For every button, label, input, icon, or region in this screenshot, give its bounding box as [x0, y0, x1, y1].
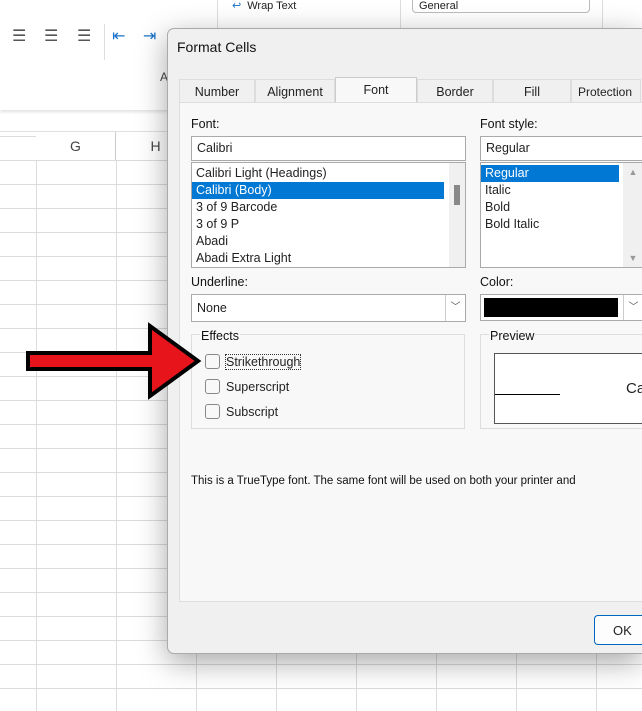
tab-border[interactable]: Border — [417, 79, 493, 104]
scroll-down-icon[interactable]: ▼ — [623, 253, 642, 263]
font-style-label: Font style: — [480, 117, 538, 131]
chevron-down-icon[interactable]: ﹀ — [445, 295, 465, 321]
number-format-value: General — [419, 0, 459, 12]
font-list-item[interactable]: Calibri Light (Headings) — [192, 165, 444, 182]
preview-box: Ca — [494, 353, 642, 424]
preview-group: Preview Ca — [480, 329, 642, 429]
font-input[interactable]: Calibri — [191, 136, 466, 161]
align-center-icon[interactable]: ☰ — [44, 26, 58, 46]
superscript-label: Superscript — [226, 379, 290, 394]
color-label: Color: — [480, 275, 514, 289]
wrap-text-icon: ↩ — [232, 0, 242, 12]
align-right-icon[interactable]: ☰ — [77, 26, 91, 46]
align-left-icon[interactable]: ☰ — [12, 26, 26, 46]
font-list-item[interactable]: 3 of 9 P — [192, 216, 444, 233]
font-style-list-item[interactable]: Bold — [481, 199, 619, 216]
superscript-checkbox[interactable]: Superscript — [205, 379, 289, 394]
dialog-title: Format Cells — [177, 39, 257, 55]
format-cells-dialog: Format Cells Number Alignment Font Borde… — [167, 28, 642, 654]
color-dropdown[interactable]: ﹀ — [480, 294, 642, 321]
font-tab-panel: Font: Calibri Calibri Light (Headings) Ca… — [179, 102, 642, 602]
preview-label: Preview — [489, 329, 536, 343]
decrease-indent-icon[interactable]: ⇤ — [112, 26, 125, 46]
wrap-text-button[interactable]: ↩ Wrap Text — [232, 0, 296, 12]
font-info-text: This is a TrueType font. The same font w… — [191, 475, 576, 487]
font-style-list-item[interactable]: Bold Italic — [481, 216, 619, 233]
wrap-text-label: Wrap Text — [247, 0, 297, 12]
scroll-up-icon[interactable]: ▲ — [623, 167, 642, 177]
underline-dropdown[interactable]: None ﹀ — [191, 294, 466, 322]
strikethrough-checkbox[interactable]: Strikethrough — [205, 353, 302, 370]
font-list-item[interactable]: Calibri (Body) — [192, 182, 444, 199]
increase-indent-icon[interactable]: ⇥ — [143, 26, 156, 46]
color-swatch — [484, 298, 618, 317]
font-style-scrollbar[interactable]: ▲ ▼ — [623, 163, 642, 267]
font-list-item[interactable]: Abadi Extra Light — [192, 250, 444, 267]
number-format-dropdown[interactable]: General — [412, 0, 590, 13]
font-style-list-item[interactable]: Italic — [481, 182, 619, 199]
tab-number[interactable]: Number — [179, 79, 255, 104]
preview-sample: Ca — [626, 380, 642, 397]
font-list-item[interactable]: Abadi — [192, 233, 444, 250]
ok-button[interactable]: OK — [594, 615, 642, 645]
font-label: Font: — [191, 117, 220, 131]
font-style-list-item[interactable]: Regular — [481, 165, 619, 182]
tab-bar: Number Alignment Font Border Fill Protec… — [179, 77, 641, 104]
font-style-list[interactable]: Regular Italic Bold Bold Italic ▲ ▼ — [480, 162, 642, 268]
effects-group: Effects Strikethrough Superscript Subscr… — [191, 329, 465, 429]
red-arrow-annotation — [26, 322, 202, 400]
tab-alignment[interactable]: Alignment — [255, 79, 335, 104]
tab-protection[interactable]: Protection — [571, 79, 641, 104]
subscript-label: Subscript — [226, 404, 279, 419]
tab-fill[interactable]: Fill — [493, 79, 571, 104]
underline-label: Underline: — [191, 275, 248, 289]
font-style-input[interactable]: Regular — [480, 136, 642, 161]
font-list[interactable]: Calibri Light (Headings) Calibri (Body) 3 … — [191, 162, 466, 268]
subscript-checkbox[interactable]: Subscript — [205, 404, 278, 419]
chevron-down-icon[interactable]: ﹀ — [623, 295, 642, 320]
strikethrough-label: Strikethrough — [224, 353, 302, 370]
column-header-g[interactable]: G — [36, 132, 116, 160]
underline-value: None — [197, 301, 227, 315]
font-list-scrollbar[interactable] — [449, 163, 465, 267]
font-list-item[interactable]: 3 of 9 Barcode — [192, 199, 444, 216]
tab-font[interactable]: Font — [335, 77, 417, 104]
